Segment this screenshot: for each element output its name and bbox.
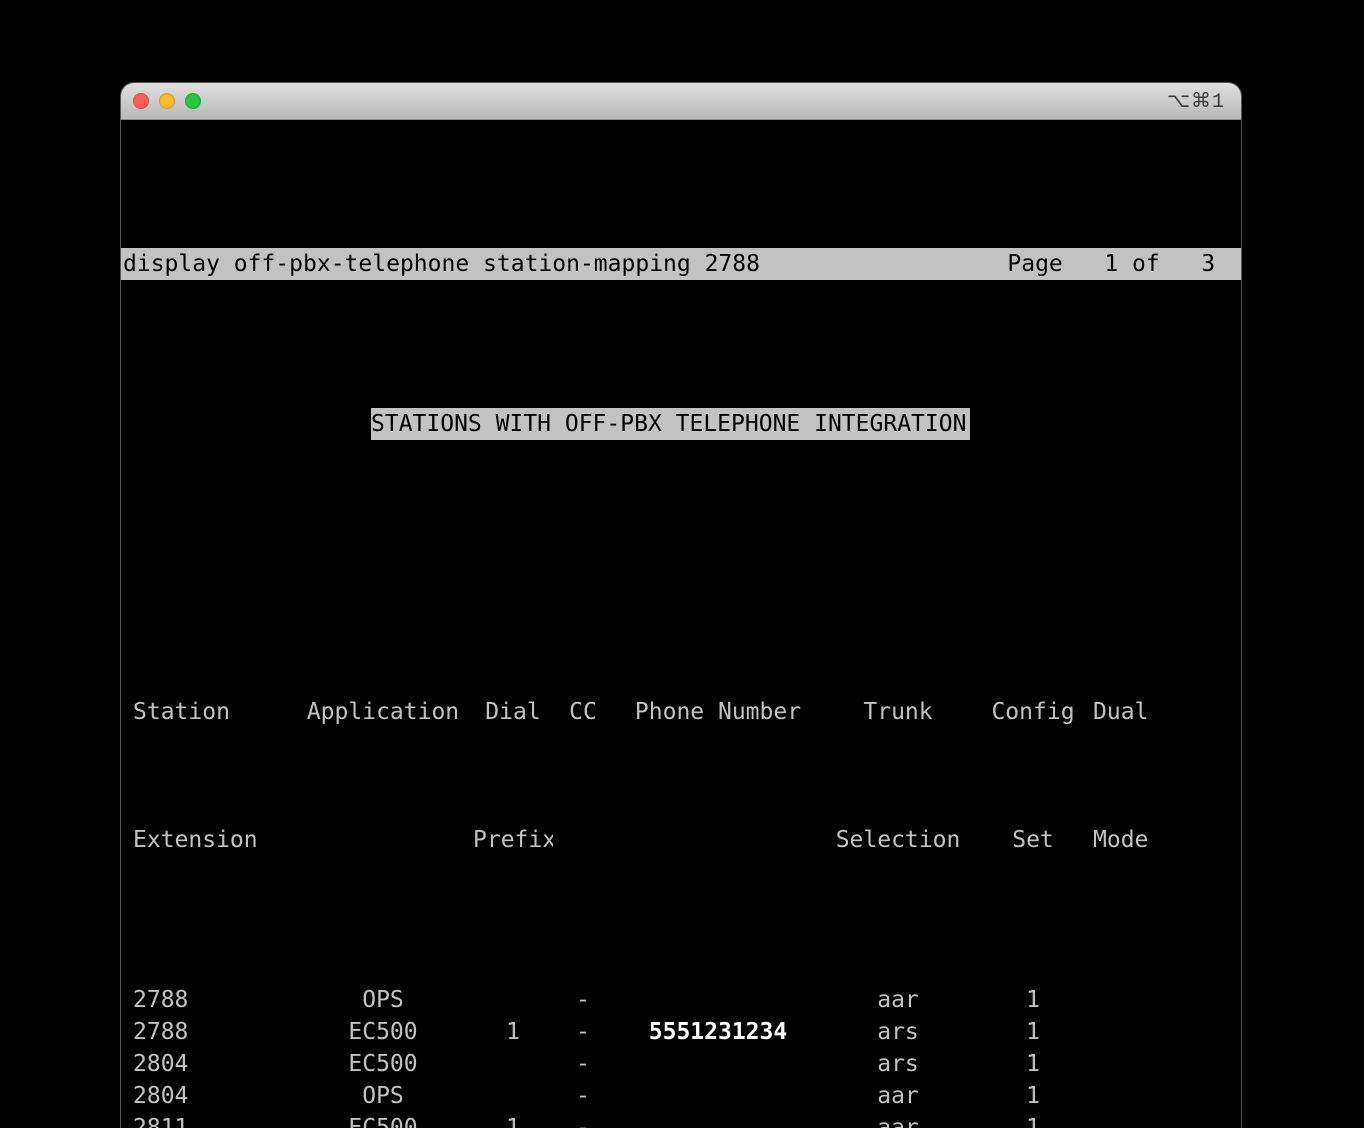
table-row: 2804EC500 - ars1 [121, 1048, 1241, 1080]
header-extension: Extension [133, 824, 293, 856]
header-dual: Dual [1093, 696, 1183, 728]
cell-app: OPS [293, 1080, 473, 1112]
cell-cc: - [553, 1112, 613, 1128]
screen-title: STATIONS WITH OFF-PBX TELEPHONE INTEGRAT… [371, 408, 970, 440]
close-icon[interactable] [133, 93, 149, 109]
cell-ext: 2811 [133, 1112, 293, 1128]
cell-trunk: aar [823, 1112, 973, 1128]
table-row: 2788OPS - aar1 [121, 984, 1241, 1016]
cell-ext: 2788 [133, 1016, 293, 1048]
cell-dial [473, 984, 553, 1016]
terminal-window: ⌥⌘1 display off-pbx-telephone station-ma… [120, 82, 1242, 1128]
header-application: Application [293, 696, 473, 728]
cell-dual [1093, 1016, 1183, 1048]
cell-cc: - [553, 984, 613, 1016]
cell-trunk: ars [823, 1048, 973, 1080]
minimize-icon[interactable] [159, 93, 175, 109]
cell-cfg: 1 [973, 1016, 1093, 1048]
cell-ext: 2804 [133, 1080, 293, 1112]
table-row: 2811EC5001-aar1 [121, 1112, 1241, 1128]
cell-cfg: 1 [973, 1048, 1093, 1080]
header-set: Set [973, 824, 1093, 856]
header-selection: Selection [823, 824, 973, 856]
page-current: 1 [1104, 251, 1118, 277]
cell-dual [1093, 1080, 1183, 1112]
cell-dial: 1 [473, 1016, 553, 1048]
cell-cfg: 1 [973, 984, 1093, 1016]
cell-trunk: aar [823, 1080, 973, 1112]
command-text: display off-pbx-telephone station-mappin… [121, 248, 1007, 280]
header-dial: Dial [473, 696, 553, 728]
cell-app: EC500 [293, 1048, 473, 1080]
status-bar: display off-pbx-telephone station-mappin… [121, 248, 1241, 280]
page-of: of [1132, 251, 1160, 277]
cell-dual [1093, 1112, 1183, 1128]
titlebar[interactable]: ⌥⌘1 [121, 83, 1241, 120]
cell-ext: 2788 [133, 984, 293, 1016]
cell-phone [613, 1112, 823, 1128]
cell-dial [473, 1048, 553, 1080]
cell-cc: - [553, 1048, 613, 1080]
traffic-lights [133, 93, 201, 109]
cell-cfg: 1 [973, 1080, 1093, 1112]
cell-phone [613, 1080, 823, 1112]
cell-dual [1093, 1048, 1183, 1080]
cell-ext: 2804 [133, 1048, 293, 1080]
header-mode: Mode [1093, 824, 1183, 856]
header-prefix: Prefix [473, 824, 553, 856]
cell-cc: - [553, 1080, 613, 1112]
page-total: 3 [1201, 251, 1215, 277]
header-phone: Phone Number [613, 696, 823, 728]
cell-trunk: aar [823, 984, 973, 1016]
page-indicator: Page 1 of 3 [1007, 248, 1241, 280]
cell-cfg: 1 [973, 1112, 1093, 1128]
header-station: Station [133, 696, 293, 728]
table-row: 2788EC5001-5551231234ars1 [121, 1016, 1241, 1048]
cell-trunk: ars [823, 1016, 973, 1048]
zoom-icon[interactable] [185, 93, 201, 109]
terminal-content[interactable]: display off-pbx-telephone station-mappin… [121, 120, 1241, 1128]
column-headers-line2: Extension Prefix Selection Set Mode [121, 824, 1241, 856]
header-config: Config [973, 696, 1093, 728]
column-headers-line1: Station Application Dial CC Phone Number… [121, 696, 1241, 728]
cell-phone [613, 984, 823, 1016]
cell-app: OPS [293, 984, 473, 1016]
page-label: Page [1007, 251, 1062, 277]
cell-app: EC500 [293, 1016, 473, 1048]
window-shortcut-hint: ⌥⌘1 [1167, 88, 1229, 114]
rows-container: 2788OPS-aar12788EC5001-5551231234ars1280… [121, 984, 1241, 1128]
cell-dial [473, 1080, 553, 1112]
cell-dual [1093, 984, 1183, 1016]
header-cc: CC [553, 696, 613, 728]
cell-phone [613, 1048, 823, 1080]
header-trunk: Trunk [823, 696, 973, 728]
cell-phone: 5551231234 [613, 1016, 823, 1048]
desktop: ⌥⌘1 display off-pbx-telephone station-ma… [0, 0, 1364, 1128]
table-row: 2804OPS - aar1 [121, 1080, 1241, 1112]
cell-cc: - [553, 1016, 613, 1048]
screen-title-row: STATIONS WITH OFF-PBX TELEPHONE INTEGRAT… [121, 408, 1241, 440]
cell-dial: 1 [473, 1112, 553, 1128]
cell-app: EC500 [293, 1112, 473, 1128]
